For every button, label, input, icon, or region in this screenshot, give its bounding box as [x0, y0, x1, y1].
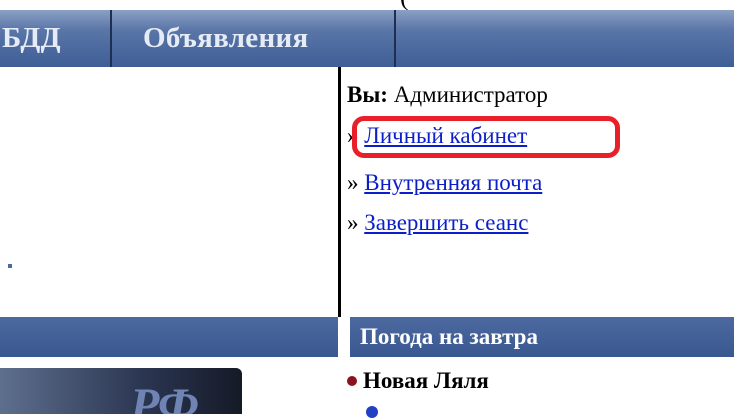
logout-link[interactable]: Завершить сеанс	[364, 210, 528, 235]
news-item[interactable]: Новая Ляля	[347, 368, 489, 394]
bullet-icon	[347, 376, 357, 386]
banner-image[interactable]: РФ	[0, 368, 242, 414]
left-dot	[8, 264, 12, 268]
highlight-annotation	[352, 116, 620, 158]
menu-arrow: »	[347, 210, 359, 235]
banner-text: РФ	[130, 379, 199, 414]
nav-separator	[394, 10, 396, 67]
user-status: Вы: Администратор	[347, 82, 548, 108]
menu-item-logout: » Завершить сеанс	[347, 210, 528, 236]
page-top-strip: (	[0, 0, 734, 10]
menu-item-mail: » Внутренняя почта	[347, 170, 542, 196]
internal-mail-link[interactable]: Внутренняя почта	[364, 170, 542, 195]
weather-title: Погода на завтра	[360, 324, 538, 349]
section-separator	[338, 317, 350, 357]
main-navbar: БДД Объявления	[0, 10, 734, 67]
nav-separator	[110, 10, 112, 67]
user-role: Администратор	[393, 82, 548, 107]
top-clipped-text: (	[400, 0, 409, 10]
menu-arrow: »	[347, 170, 359, 195]
column-divider	[338, 67, 341, 317]
news-item-label: Новая Ляля	[363, 368, 489, 393]
nav-item-bdd[interactable]: БДД	[0, 10, 112, 67]
nav-item-ads[interactable]: Объявления	[113, 10, 423, 67]
user-label: Вы:	[347, 82, 388, 107]
bullet-icon-blue	[366, 406, 378, 418]
